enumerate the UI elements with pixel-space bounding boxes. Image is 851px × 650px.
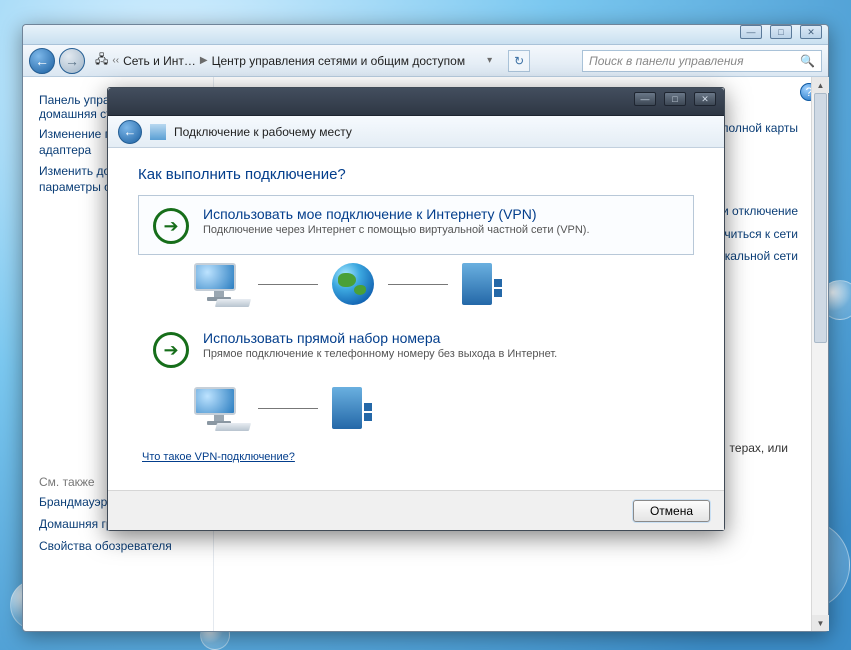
window-titlebar: — □ ✕ bbox=[23, 25, 828, 45]
scrollbar[interactable]: ▲ ▼ bbox=[811, 77, 828, 631]
connect-workplace-dialog: — □ ✕ ← Подключение к рабочему месту Как… bbox=[107, 87, 725, 531]
option-vpn-subtitle: Подключение через Интернет с помощью вир… bbox=[203, 224, 590, 236]
arrow-right-icon bbox=[153, 208, 189, 244]
dialog-title: Подключение к рабочему месту bbox=[174, 125, 352, 139]
breadcrumb-seg[interactable]: Сеть и Инт… bbox=[123, 54, 196, 68]
vpn-illustration bbox=[194, 263, 694, 305]
option-dialup-title: Использовать прямой набор номера bbox=[203, 330, 557, 346]
sidebar-link-ie-options[interactable]: Свойства обозревателя bbox=[39, 539, 205, 555]
arrow-right-icon bbox=[153, 332, 189, 368]
what-is-vpn-link[interactable]: Что такое VPN-подключение? bbox=[142, 451, 295, 463]
option-vpn[interactable]: Использовать мое подключение к Интернету… bbox=[138, 195, 694, 255]
network-icon: 🖧 bbox=[95, 50, 108, 71]
address-bar: ← → 🖧 ‹‹ Сеть и Инт… ▶ Центр управления … bbox=[23, 45, 828, 77]
computer-icon bbox=[194, 263, 244, 305]
maximize-button[interactable]: □ bbox=[770, 25, 792, 39]
breadcrumb-seg[interactable]: Центр управления сетями и общим доступом bbox=[212, 54, 466, 68]
dialog-heading: Как выполнить подключение? bbox=[138, 166, 694, 183]
text-fragment: терах, или bbox=[730, 441, 788, 455]
search-input[interactable]: Поиск в панели управления bbox=[582, 50, 822, 72]
scroll-up-button[interactable]: ▲ bbox=[812, 77, 829, 93]
dialog-titlebar: — □ ✕ bbox=[108, 88, 724, 116]
cancel-button[interactable]: Отмена bbox=[633, 500, 710, 522]
dialog-maximize-button[interactable]: □ bbox=[664, 92, 686, 106]
dialog-footer: Отмена bbox=[108, 490, 724, 530]
close-button[interactable]: ✕ bbox=[800, 25, 822, 39]
workplace-icon bbox=[150, 124, 166, 140]
computer-icon bbox=[194, 387, 244, 429]
dialog-back-button[interactable]: ← bbox=[118, 120, 142, 144]
refresh-button[interactable]: ↻ bbox=[508, 50, 530, 72]
dialog-close-button[interactable]: ✕ bbox=[694, 92, 716, 106]
option-dialup-subtitle: Прямое подключение к телефонному номеру … bbox=[203, 348, 557, 360]
globe-icon bbox=[332, 263, 374, 305]
nav-forward-button[interactable]: → bbox=[59, 48, 85, 74]
minimize-button[interactable]: — bbox=[740, 25, 762, 39]
server-icon bbox=[332, 387, 362, 429]
breadcrumb[interactable]: 🖧 ‹‹ Сеть и Инт… ▶ Центр управления сетя… bbox=[89, 50, 500, 71]
server-icon bbox=[462, 263, 492, 305]
dialup-illustration bbox=[194, 387, 694, 429]
option-dialup[interactable]: Использовать прямой набор номера Прямое … bbox=[138, 319, 694, 379]
nav-back-button[interactable]: ← bbox=[29, 48, 55, 74]
dialog-minimize-button[interactable]: — bbox=[634, 92, 656, 106]
dialog-header: ← Подключение к рабочему месту bbox=[108, 116, 724, 148]
scroll-down-button[interactable]: ▼ bbox=[812, 615, 829, 631]
scroll-thumb[interactable] bbox=[814, 93, 827, 343]
option-vpn-title: Использовать мое подключение к Интернету… bbox=[203, 206, 590, 222]
